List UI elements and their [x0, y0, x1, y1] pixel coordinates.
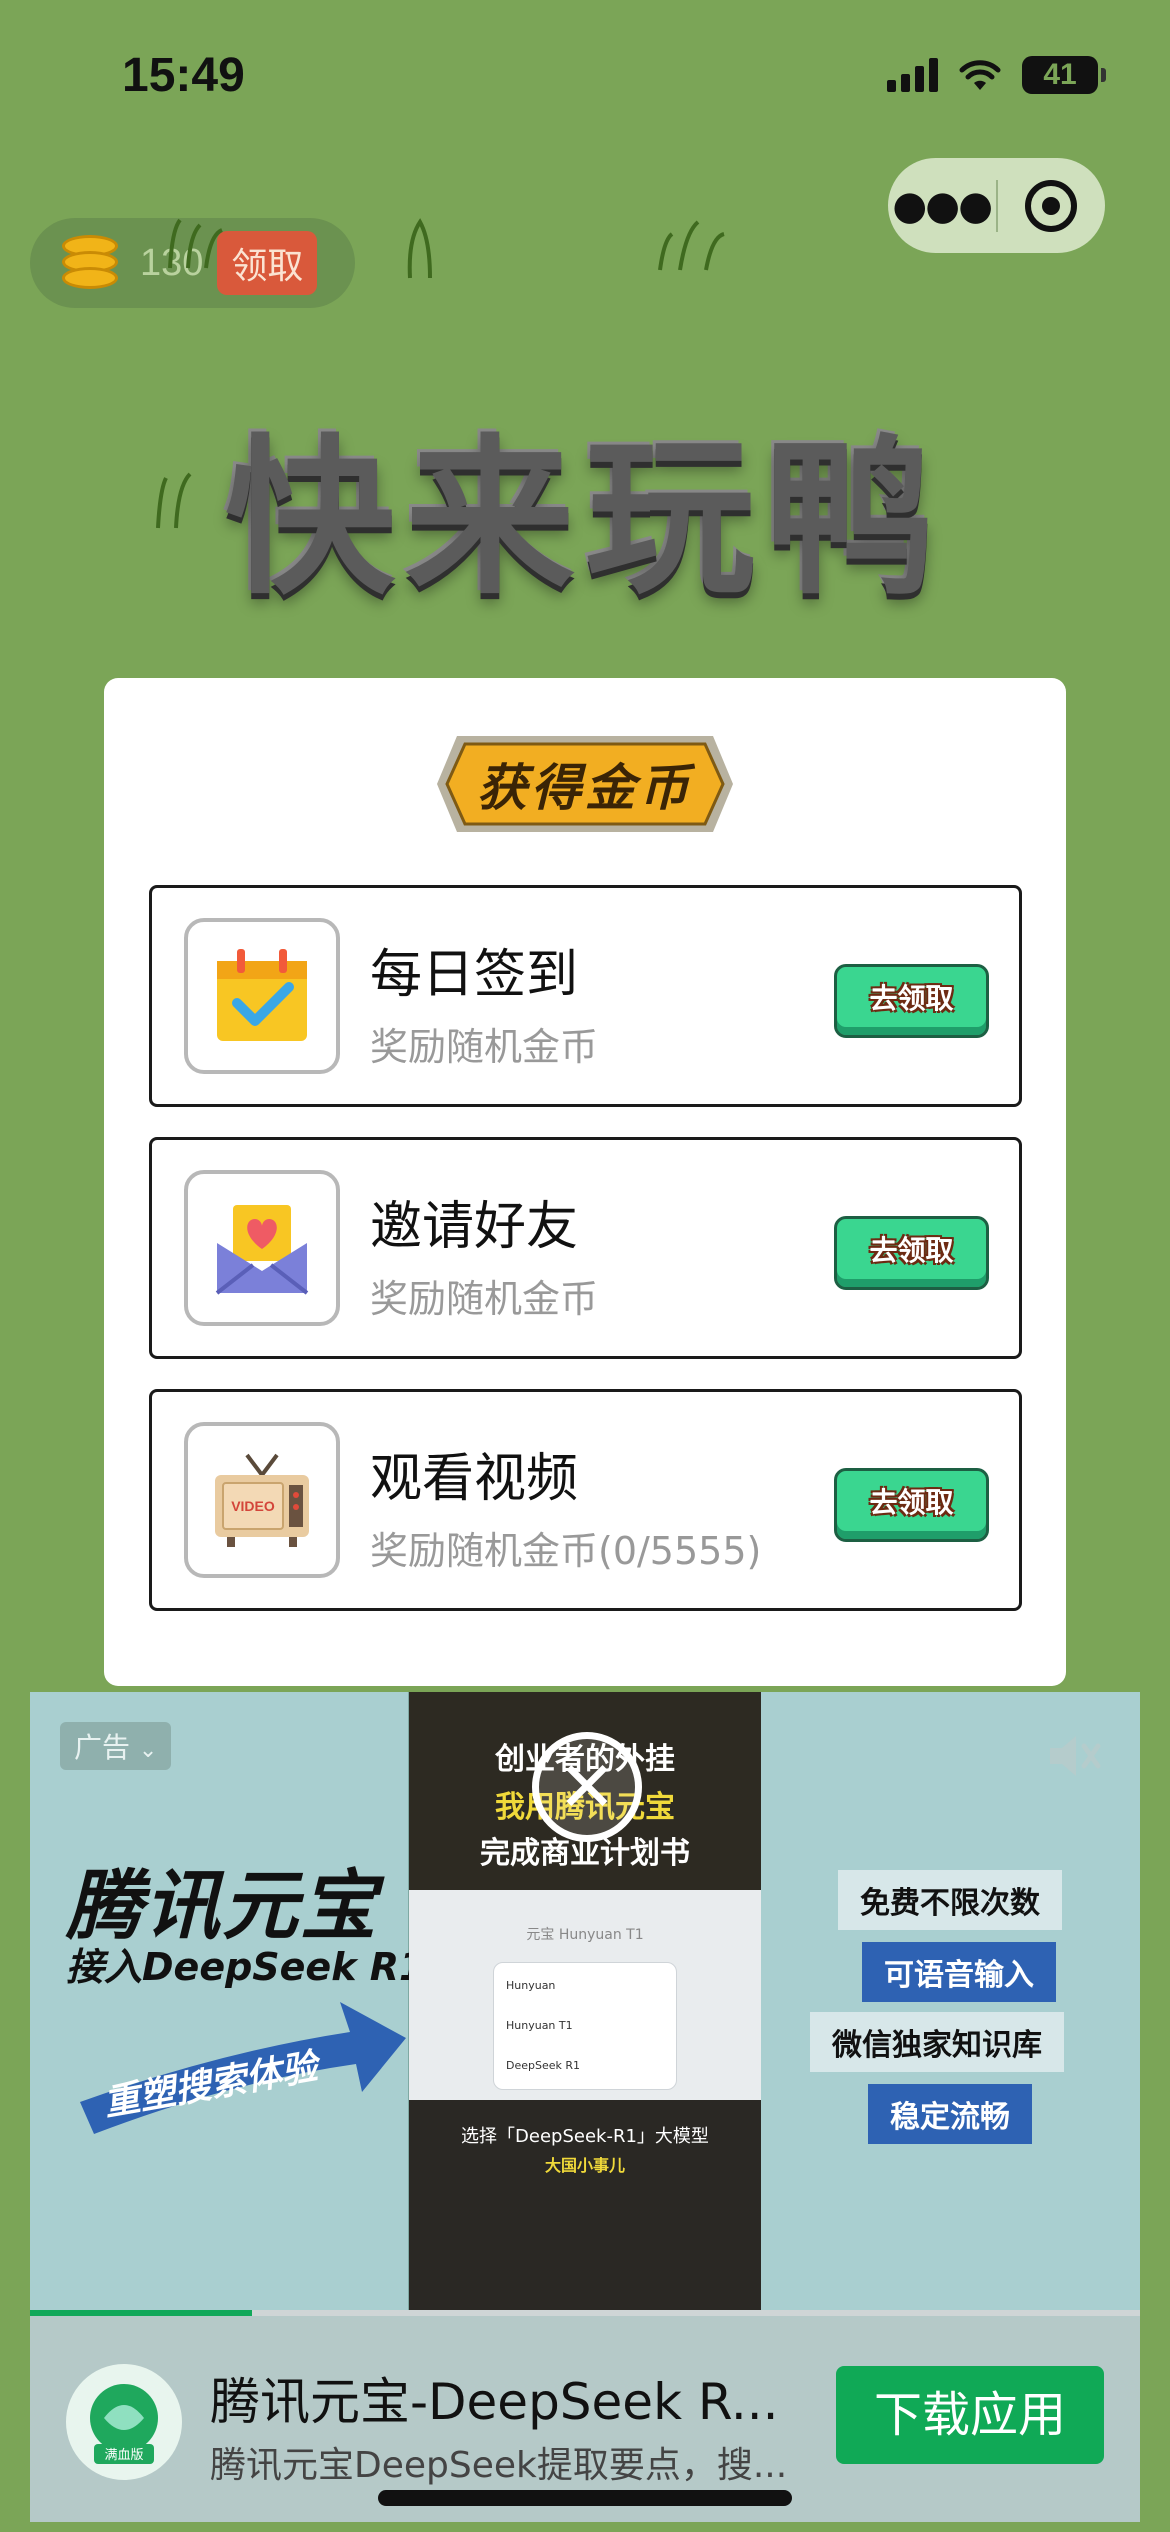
task-row-watch-video: VIDEO 观看视频 奖励随机金币(0/5555) 去领取: [149, 1389, 1022, 1611]
game-title: 快来玩鸭: [224, 420, 945, 618]
claim-invite-friends-button[interactable]: 去领取: [834, 1216, 989, 1290]
signal-icon: [887, 58, 938, 92]
yuanbao-logo-icon: 满血版: [90, 2384, 158, 2464]
more-menu-button[interactable]: ●●●: [888, 183, 996, 229]
model-option: Hunyuan: [506, 1979, 556, 1992]
svg-text:VIDEO: VIDEO: [231, 1498, 275, 1514]
close-icon: ✕: [557, 1746, 617, 1828]
chevron-down-icon: ⌄: [138, 1738, 158, 1763]
video-model-card: Hunyuan Hunyuan T1 DeepSeek R1: [493, 1962, 677, 2090]
model-option: Hunyuan T1: [506, 2019, 573, 2032]
grass-decoration-icon: [168, 218, 223, 269]
task-title: 观看视频: [370, 1449, 579, 1509]
task-description: 奖励随机金币: [370, 1277, 599, 1321]
task-row-daily-checkin: 每日签到 奖励随机金币 去领取: [149, 885, 1022, 1107]
ad-banner[interactable]: 广告 ⌄ 腾讯元宝 接入DeepSeek R1 重塑搜索体验 创业者的外挂 我用…: [30, 1692, 1140, 2522]
task-icon-frame: [184, 1170, 340, 1326]
ad-label-text: 广告: [74, 1731, 131, 1764]
ad-label[interactable]: 广告 ⌄: [60, 1722, 172, 1770]
app-logo: 满血版: [66, 2364, 182, 2480]
mute-icon[interactable]: [1044, 1728, 1104, 1784]
close-miniprogram-button[interactable]: [998, 179, 1106, 232]
status-icons: 41: [887, 56, 1106, 94]
panel-ribbon: 获得金币: [429, 726, 741, 842]
wifi-icon: [959, 60, 1001, 90]
task-description: 奖励随机金币: [370, 1025, 599, 1069]
app-logo-text: 满血版: [104, 2448, 143, 2463]
ad-feature-tag: 可语音输入: [862, 1942, 1056, 2002]
miniprogram-capsule: ●●●: [888, 158, 1105, 253]
coin-tasks-panel: 获得金币 每日签到 奖励随机金币 去领取 邀请好友 奖励随机金币 去领取 VID…: [104, 678, 1066, 1686]
target-icon: [1025, 179, 1078, 232]
claim-daily-checkin-button[interactable]: 去领取: [834, 964, 989, 1038]
task-title: 邀请好友: [370, 1197, 579, 1257]
video-caption: 选择「DeepSeek-R1」大模型: [461, 2126, 709, 2147]
task-icon-frame: [184, 918, 340, 1074]
video-card-title: 元宝 Hunyuan T1: [526, 1927, 644, 1943]
task-icon-frame: VIDEO: [184, 1422, 340, 1578]
video-caption-sub: 大国小事儿: [544, 2156, 625, 2175]
ad-right-panel: [761, 1692, 1140, 2316]
model-option: DeepSeek R1: [506, 2059, 581, 2072]
home-indicator: [378, 2490, 792, 2506]
ad-brand-subtitle: 接入DeepSeek R1: [66, 1945, 426, 1989]
coin-stack-icon: [58, 231, 122, 295]
battery-indicator: 41: [1022, 56, 1106, 94]
ad-feature-tag: 微信独家知识库: [810, 2012, 1064, 2072]
download-app-button[interactable]: 下载应用: [836, 2366, 1104, 2464]
close-ad-button[interactable]: ✕: [532, 1732, 642, 1842]
claim-watch-video-button[interactable]: 去领取: [834, 1468, 989, 1542]
calendar-check-icon: [217, 949, 307, 1041]
ad-feature-tag: 稳定流畅: [868, 2084, 1032, 2144]
status-time: 15:49: [122, 49, 245, 102]
heart-envelope-icon: [215, 1205, 309, 1295]
video-tv-icon: VIDEO: [215, 1453, 309, 1547]
task-row-invite-friends: 邀请好友 奖励随机金币 去领取: [149, 1137, 1022, 1359]
task-title: 每日签到: [370, 945, 579, 1005]
ad-feature-tag: 免费不限次数: [838, 1870, 1062, 1930]
grass-decoration-icon: [658, 220, 725, 271]
panel-title: 获得金币: [477, 758, 693, 817]
task-description: 奖励随机金币(0/5555): [370, 1529, 762, 1573]
grass-decoration-icon: [407, 218, 432, 279]
app-name: 腾讯元宝-DeepSeek R...: [210, 2373, 779, 2431]
app-description: 腾讯元宝DeepSeek提取要点，搜...: [210, 2445, 788, 2486]
